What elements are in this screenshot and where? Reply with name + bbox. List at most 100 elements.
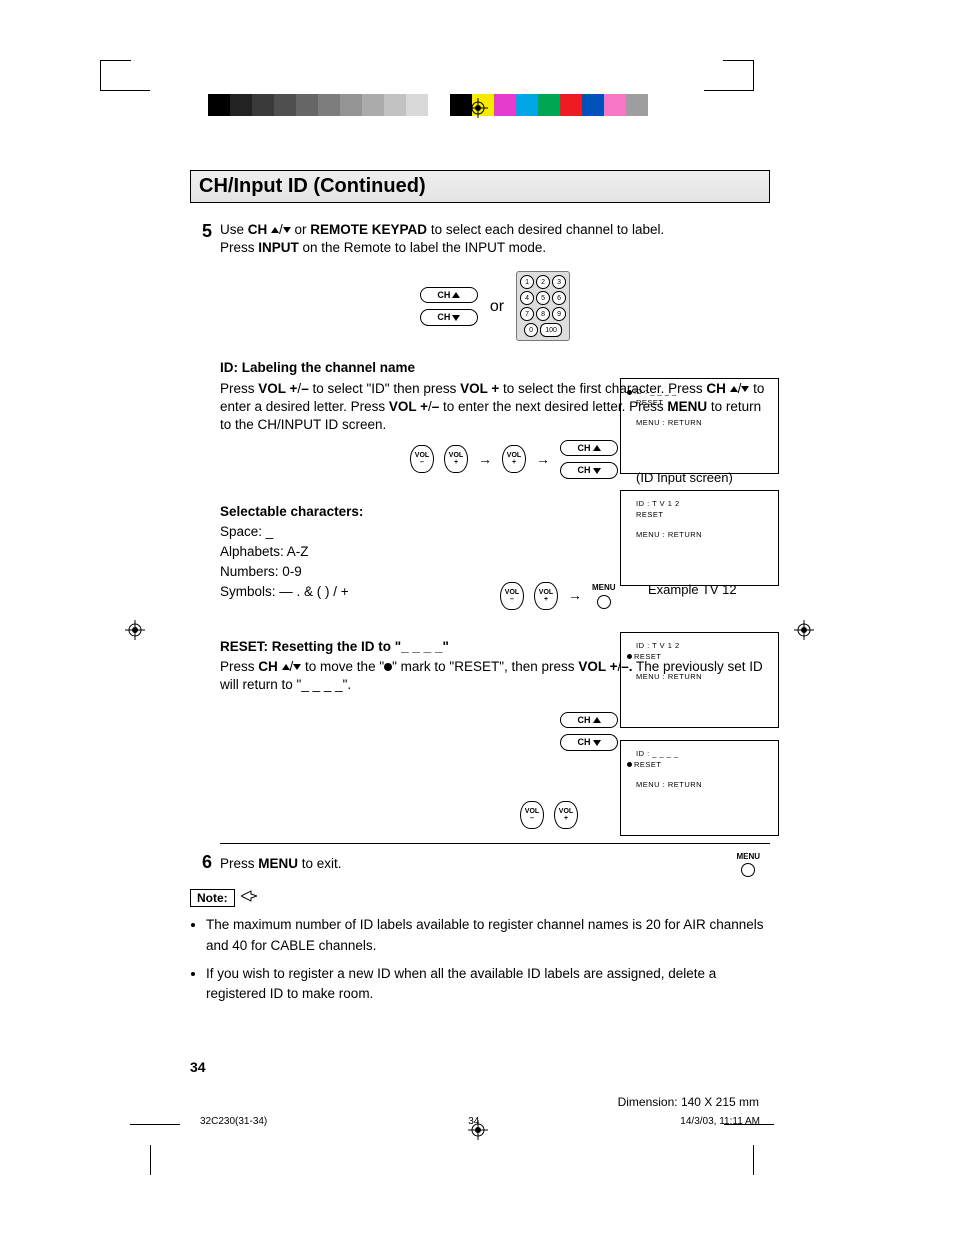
triangle-up-icon	[282, 664, 290, 670]
crop-mark-bl2	[130, 1145, 151, 1175]
crop-mark-tr2	[704, 80, 754, 91]
footer-center: 34	[468, 1116, 479, 1127]
registration-mark-left	[125, 620, 145, 640]
bullet-icon	[384, 663, 392, 671]
keypad-key-6: 6	[552, 291, 566, 305]
page-number: 34	[190, 1059, 206, 1075]
or-label: or	[490, 296, 504, 318]
dimension-label: Dimension: 140 X 215 mm	[618, 1095, 759, 1109]
vol-plus-button: VOL+	[444, 445, 468, 473]
section-header: CH/Input ID (Continued)	[190, 170, 770, 203]
color-swatch	[318, 94, 340, 116]
triangle-up-icon	[452, 292, 460, 298]
color-calibration-bar	[208, 94, 648, 116]
ch-up-button: CH	[560, 440, 618, 456]
step-5-buttons: CH CH or 123 456 7890100	[220, 271, 770, 341]
keypad-key-8: 8	[536, 307, 550, 321]
registration-mark-right	[794, 620, 814, 640]
menu-circle-icon	[597, 595, 611, 609]
step-6: 6 Press MENU to exit. MENU	[190, 852, 770, 878]
step-6-body: Press MENU to exit. MENU	[220, 852, 770, 878]
tv-screen-id-input: ID : _ _ _ _ RESET MENU : RETURN	[620, 378, 779, 474]
keypad-key-2: 2	[536, 275, 550, 289]
crop-mark-br	[724, 1124, 774, 1145]
color-swatch	[252, 94, 274, 116]
ch-down-button: CH	[420, 309, 478, 325]
color-swatch	[494, 94, 516, 116]
bullet-icon	[627, 390, 632, 395]
color-swatch	[208, 94, 230, 116]
keypad-key-7: 7	[520, 307, 534, 321]
crop-mark-tl2	[100, 80, 150, 91]
keypad-key-5: 5	[536, 291, 550, 305]
id-labeling-heading: ID: Labeling the channel name	[220, 359, 770, 377]
color-swatch	[340, 94, 362, 116]
color-swatch	[604, 94, 626, 116]
color-swatch	[296, 94, 318, 116]
ch-down-button: CH	[560, 734, 618, 750]
ch-up-button: CH	[420, 287, 478, 303]
keypad-key-9: 9	[552, 307, 566, 321]
section-title: CH/Input ID (Continued)	[199, 175, 426, 197]
tv-screen-reset-after: ID : _ _ _ _ RESET MENU : RETURN	[620, 740, 779, 836]
crop-mark-br2	[753, 1145, 774, 1175]
triangle-up-icon	[271, 227, 279, 233]
menu-button: MENU	[592, 583, 616, 609]
keypad-key-3: 3	[552, 275, 566, 289]
color-swatch	[274, 94, 296, 116]
arrow-right-icon: →	[536, 450, 550, 469]
color-swatch	[560, 94, 582, 116]
bullet-icon	[627, 654, 632, 659]
note-item: If you wish to register a new ID when al…	[206, 964, 770, 1005]
tv-screen-caption-1: (ID Input screen)	[636, 470, 733, 485]
keypad-key-1: 1	[520, 275, 534, 289]
tv-screen-example: ID : T V 1 2 RESET MENU : RETURN	[620, 490, 779, 586]
color-swatch	[626, 94, 648, 116]
color-swatch	[384, 94, 406, 116]
note-item: The maximum number of ID labels availabl…	[206, 915, 770, 956]
footer: 32C230(31-34) 34 14/3/03, 11:11 AM	[200, 1116, 760, 1127]
menu-button: MENU	[736, 852, 760, 878]
triangle-down-icon	[452, 315, 460, 321]
note-arrow-icon	[241, 889, 257, 905]
triangle-down-icon	[593, 740, 601, 746]
color-swatch	[362, 94, 384, 116]
step-6-number: 6	[190, 852, 212, 878]
vol-plus-button: VOL+	[502, 445, 526, 473]
keypad-key-100: 100	[540, 323, 562, 337]
tv-screen-reset-before: ID : T V 1 2 RESET MENU : RETURN	[620, 632, 779, 728]
keypad-key-4: 4	[520, 291, 534, 305]
arrow-right-icon: →	[478, 450, 492, 469]
crop-mark-bl	[130, 1124, 180, 1145]
ch-up-button: CH	[560, 712, 618, 728]
menu-circle-icon	[741, 863, 755, 877]
color-swatch	[516, 94, 538, 116]
note-section: Note: The maximum number of ID labels av…	[190, 889, 770, 1004]
color-swatch	[538, 94, 560, 116]
tv-screen-caption-2: Example TV 12	[648, 582, 737, 597]
remote-keypad: 123 456 7890100	[516, 271, 570, 341]
triangle-down-icon	[283, 227, 291, 233]
note-label: Note:	[190, 889, 235, 907]
vol-plus-button: VOL+	[554, 801, 578, 829]
triangle-down-icon	[593, 468, 601, 474]
color-swatch	[428, 94, 450, 116]
triangle-up-icon	[593, 717, 601, 723]
separator	[220, 843, 770, 844]
color-swatch	[582, 94, 604, 116]
triangle-up-icon	[593, 445, 601, 451]
bullet-icon	[627, 762, 632, 767]
step-5-number: 5	[190, 221, 212, 852]
ch-down-button: CH	[560, 462, 618, 478]
footer-left: 32C230(31-34)	[200, 1116, 267, 1127]
registration-mark-top	[468, 98, 488, 118]
color-swatch	[230, 94, 252, 116]
vol-minus-button: VOL–	[520, 801, 544, 829]
arrow-right-icon: →	[568, 586, 582, 605]
ch-buttons-2: CH CH	[560, 440, 618, 478]
vol-minus-button: VOL–	[410, 445, 434, 473]
color-swatch	[406, 94, 428, 116]
vol-minus-button: VOL–	[500, 582, 524, 610]
notes-list: The maximum number of ID labels availabl…	[206, 915, 770, 1004]
keypad-key-0: 0	[524, 323, 538, 337]
